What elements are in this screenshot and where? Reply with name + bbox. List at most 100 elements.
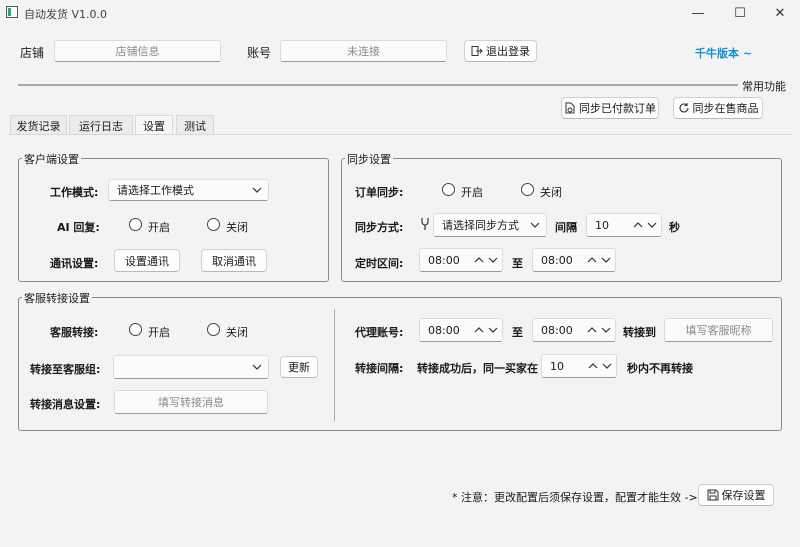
cs-transfer-off-radio[interactable] bbox=[207, 323, 220, 336]
chevron-down-icon[interactable] bbox=[602, 362, 612, 370]
refresh-group-button[interactable]: 更新 bbox=[280, 356, 318, 378]
title-bar: 自动发货 V1.0.0 — ☐ ✕ bbox=[0, 0, 800, 26]
cs-transfer-title: 客服转接设置 bbox=[22, 290, 92, 306]
cs-group-select[interactable] bbox=[113, 355, 269, 379]
proxy-to-label: 至 bbox=[512, 326, 523, 339]
timer-label: 定时区间: bbox=[355, 257, 404, 270]
tab-shipping-records[interactable]: 发货记录 bbox=[10, 115, 67, 135]
chevron-down-icon[interactable] bbox=[647, 221, 657, 229]
window-title: 自动发货 V1.0.0 bbox=[24, 8, 108, 21]
set-comm-button[interactable]: 设置通讯 bbox=[114, 249, 180, 272]
common-title: 常用功能 bbox=[742, 80, 786, 93]
chevron-down-icon bbox=[530, 222, 540, 228]
logout-label: 退出登录 bbox=[486, 45, 530, 58]
account-label: 账号 bbox=[247, 46, 272, 60]
cs-transfer-label: 客服转接: bbox=[50, 326, 99, 339]
cs-group-label: 转接至客服组: bbox=[30, 363, 101, 376]
chevron-down-icon[interactable] bbox=[488, 326, 498, 334]
save-icon bbox=[707, 489, 718, 501]
chevron-up-icon[interactable] bbox=[474, 256, 484, 264]
sync-paid-orders-button[interactable]: 同步已付款订单 bbox=[561, 97, 659, 119]
logout-button[interactable]: 退出登录 bbox=[464, 40, 537, 62]
cs-interval-suffix: 秒内不再转接 bbox=[627, 362, 693, 375]
app-icon bbox=[6, 6, 18, 18]
timer-from-value: 08:00 bbox=[428, 253, 460, 267]
tab-strip-line bbox=[8, 134, 792, 135]
work-mode-value: 请选择工作模式 bbox=[117, 184, 194, 197]
chevron-up-icon[interactable] bbox=[587, 326, 597, 334]
ai-reply-off-radio[interactable] bbox=[207, 218, 220, 231]
save-settings-button[interactable]: 保存设置 bbox=[698, 484, 774, 506]
sync-method-select[interactable]: 请选择同步方式 bbox=[433, 213, 547, 237]
cs-transfer-on-radio[interactable] bbox=[129, 323, 142, 336]
cs-divider bbox=[334, 309, 335, 421]
shop-input[interactable]: 店铺信息 bbox=[54, 40, 221, 62]
maximize-button[interactable]: ☐ bbox=[722, 0, 758, 26]
chevron-up-icon[interactable] bbox=[587, 256, 597, 264]
timer-from-spinbox[interactable]: 08:00 bbox=[419, 248, 503, 272]
cs-nickname-input[interactable]: 填写客服昵称 bbox=[664, 318, 773, 342]
cs-msg-label: 转接消息设置: bbox=[30, 398, 101, 411]
proxy-from-spinbox[interactable]: 08:00 bbox=[419, 318, 503, 342]
tab-test[interactable]: 测试 bbox=[176, 115, 214, 135]
order-sync-off-radio[interactable] bbox=[521, 183, 534, 196]
timer-to-label: 至 bbox=[512, 257, 523, 270]
client-settings-title: 客户端设置 bbox=[22, 151, 81, 167]
sync-settings-title: 同步设置 bbox=[345, 151, 393, 167]
chevron-down-icon[interactable] bbox=[601, 256, 611, 264]
chevron-down-icon[interactable] bbox=[601, 326, 611, 334]
cs-interval-prefix: 转接成功后，同一买家在 bbox=[417, 362, 538, 375]
chevron-up-icon[interactable] bbox=[633, 221, 643, 229]
proxy-to-value: 08:00 bbox=[541, 323, 573, 337]
comm-label: 通讯设置: bbox=[50, 257, 99, 270]
sync-interval-spinbox[interactable]: 10 bbox=[586, 213, 662, 237]
minimize-button[interactable]: — bbox=[680, 0, 716, 26]
ai-reply-label: AI 回复: bbox=[57, 221, 100, 234]
order-sync-off-label: 关闭 bbox=[540, 186, 562, 199]
cs-interval-value: 10 bbox=[550, 359, 564, 373]
transfer-to-label: 转接到 bbox=[623, 326, 656, 339]
account-input[interactable]: 未连接 bbox=[280, 40, 447, 62]
chevron-up-icon[interactable] bbox=[474, 326, 484, 334]
chevron-down-icon bbox=[252, 364, 262, 370]
document-sync-icon bbox=[565, 102, 575, 114]
proxy-from-value: 08:00 bbox=[428, 323, 460, 337]
order-sync-label: 订单同步: bbox=[355, 186, 404, 199]
logout-icon bbox=[471, 46, 483, 56]
order-sync-on-label: 开启 bbox=[461, 186, 483, 199]
sync-method-label: 同步方式: bbox=[355, 221, 404, 234]
work-mode-select[interactable]: 请选择工作模式 bbox=[108, 179, 269, 201]
proxy-account-label: 代理账号: bbox=[355, 326, 404, 339]
wrench-icon bbox=[421, 218, 429, 230]
sync-interval-value: 10 bbox=[595, 218, 609, 232]
sync-on-sale-button[interactable]: 同步在售商品 bbox=[673, 97, 763, 119]
proxy-to-spinbox[interactable]: 08:00 bbox=[532, 318, 616, 342]
save-settings-label: 保存设置 bbox=[721, 489, 766, 502]
timer-to-spinbox[interactable]: 08:00 bbox=[532, 248, 616, 272]
refresh-icon bbox=[678, 103, 689, 113]
cs-transfer-on-label: 开启 bbox=[148, 326, 170, 339]
cs-interval-spinbox[interactable]: 10 bbox=[541, 354, 617, 378]
ai-reply-on-label: 开启 bbox=[148, 221, 170, 234]
shop-label: 店铺 bbox=[20, 46, 45, 60]
common-divider bbox=[18, 84, 738, 86]
ai-reply-on-radio[interactable] bbox=[129, 218, 142, 231]
work-mode-label: 工作模式: bbox=[50, 186, 99, 199]
timer-to-value: 08:00 bbox=[541, 253, 573, 267]
version-link[interactable]: 千牛版本 ~ bbox=[695, 45, 752, 61]
cancel-comm-button[interactable]: 取消通讯 bbox=[201, 249, 267, 272]
tab-run-log[interactable]: 运行日志 bbox=[69, 115, 133, 135]
sync-on-sale-label: 同步在售商品 bbox=[692, 102, 759, 115]
order-sync-on-radio[interactable] bbox=[442, 183, 455, 196]
save-notice: * 注意：更改配置后须保存设置，配置才能生效 -> bbox=[452, 491, 698, 504]
cs-msg-input[interactable]: 填写转接消息 bbox=[114, 390, 268, 414]
chevron-down-icon[interactable] bbox=[488, 256, 498, 264]
sync-method-value: 请选择同步方式 bbox=[442, 219, 519, 232]
chevron-up-icon[interactable] bbox=[588, 362, 598, 370]
sync-paid-orders-label: 同步已付款订单 bbox=[579, 102, 656, 115]
cs-interval-label: 转接间隔: bbox=[355, 362, 404, 375]
close-button[interactable]: ✕ bbox=[762, 0, 798, 26]
sync-interval-unit: 秒 bbox=[669, 221, 680, 234]
tab-settings[interactable]: 设置 bbox=[135, 115, 173, 135]
ai-reply-off-label: 关闭 bbox=[226, 221, 248, 234]
